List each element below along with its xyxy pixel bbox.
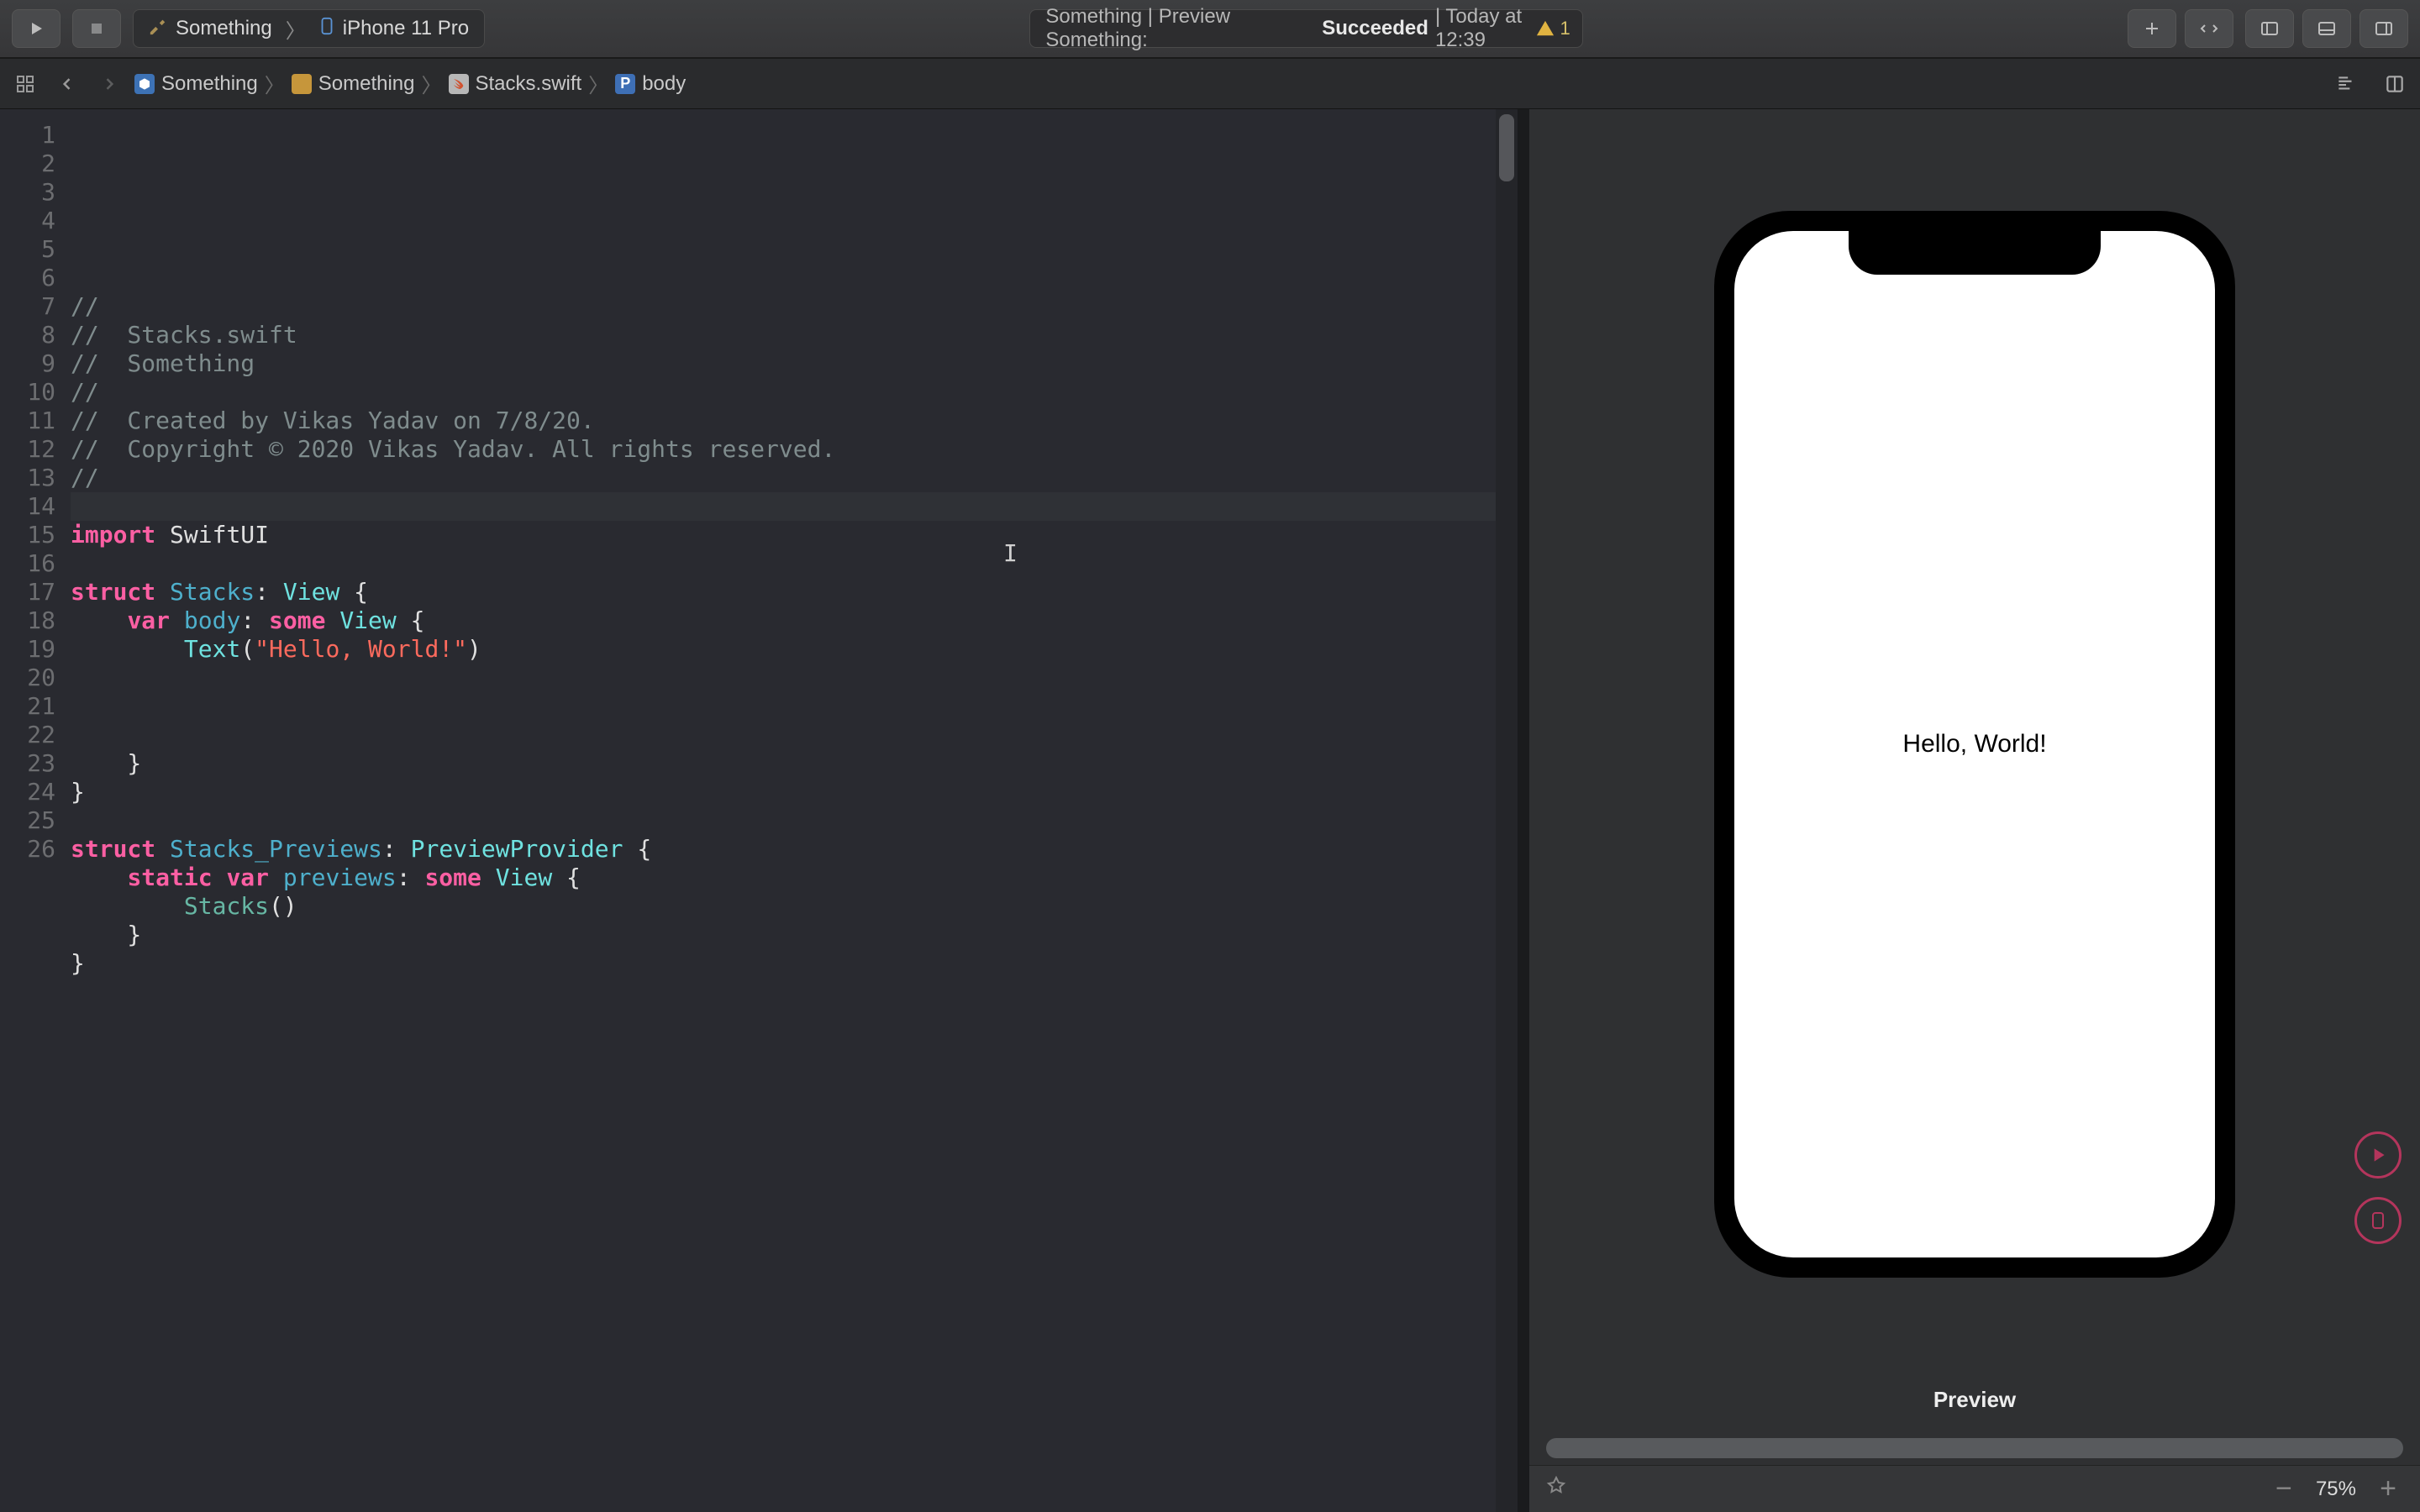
- code-line: }: [71, 949, 1496, 978]
- text-cursor-icon: I: [1003, 539, 1018, 568]
- code-line: //: [71, 378, 1496, 407]
- device-frame: Hello, World!: [1714, 211, 2235, 1278]
- code-line: Stacks(): [71, 892, 1496, 921]
- status-warning-count: 1: [1560, 18, 1570, 39]
- preview-rendered-text: Hello, World!: [1902, 730, 2046, 759]
- status-prefix: Something | Preview Something:: [1045, 5, 1315, 52]
- device-notch: [1849, 231, 2101, 275]
- code-line: struct Stacks_Previews: PreviewProvider …: [71, 835, 1496, 864]
- code-line: }: [71, 749, 1496, 778]
- device-screen: Hello, World!: [1734, 231, 2215, 1257]
- stop-button[interactable]: [72, 9, 121, 48]
- source-editor[interactable]: 1234567891011121314151617181920212223242…: [0, 109, 1518, 1512]
- code-line: [71, 664, 1496, 692]
- canvas-horizontal-scrollbar[interactable]: [1546, 1438, 2403, 1458]
- main-split: 1234567891011121314151617181920212223242…: [0, 109, 2420, 1512]
- chevron-right-icon: 〉: [265, 69, 285, 98]
- zoom-level: 75%: [2316, 1478, 2356, 1501]
- preview-on-device-button[interactable]: [2354, 1197, 2402, 1244]
- split-divider[interactable]: [1518, 109, 1529, 1512]
- chevron-right-icon: 〉: [422, 69, 442, 98]
- status-state: Succeeded: [1322, 17, 1428, 40]
- code-line: [71, 978, 1496, 1006]
- nav-back-button[interactable]: [50, 67, 84, 101]
- nav-forward-button[interactable]: [92, 67, 126, 101]
- code-line: }: [71, 921, 1496, 949]
- code-line: // Something: [71, 349, 1496, 378]
- code-line: [71, 806, 1496, 835]
- code-line: [71, 692, 1496, 721]
- canvas-bottom-bar: − 75% +: [1529, 1465, 2420, 1512]
- code-review-button[interactable]: [2185, 9, 2233, 48]
- crumb-symbol: body: [642, 72, 686, 96]
- chevron-right-icon: 〉: [588, 69, 608, 98]
- related-items-button[interactable]: [8, 67, 42, 101]
- code-line: }: [71, 778, 1496, 806]
- zoom-in-button[interactable]: +: [2373, 1474, 2403, 1504]
- warning-icon: [1536, 19, 1555, 38]
- code-line: // Stacks.swift: [71, 321, 1496, 349]
- code-line: [71, 721, 1496, 749]
- crumb-file: Stacks.swift: [476, 72, 582, 96]
- canvas-stage[interactable]: Hello, World!: [1529, 109, 2420, 1378]
- code-line: //: [71, 292, 1496, 321]
- chevron-right-icon: 〉: [286, 14, 306, 44]
- folder-icon: [292, 74, 312, 94]
- zoom-out-button[interactable]: −: [2269, 1474, 2299, 1504]
- scheme-target-label: Something: [176, 17, 272, 40]
- live-preview-button[interactable]: [2354, 1131, 2402, 1179]
- code-line: // Copyright © 2020 Vikas Yadav. All rig…: [71, 435, 1496, 464]
- code-line: var body: some View {: [71, 606, 1496, 635]
- preview-label: Preview: [1529, 1378, 2420, 1438]
- swift-file-icon: [449, 74, 469, 94]
- adjust-editor-options-button[interactable]: [2378, 67, 2412, 101]
- pin-preview-icon[interactable]: [1546, 1476, 1566, 1502]
- code-line: //: [71, 464, 1496, 492]
- code-line: // Created by Vikas Yadav on 7/8/20.: [71, 407, 1496, 435]
- toggle-navigator-button[interactable]: [2245, 9, 2294, 48]
- editor-scrollbar[interactable]: [1496, 109, 1518, 1512]
- activity-status[interactable]: Something | Preview Something: Succeeded…: [1029, 9, 1582, 48]
- phone-icon: [319, 17, 334, 41]
- minimap-button[interactable]: [2329, 67, 2363, 101]
- scrollbar-thumb[interactable]: [1499, 114, 1514, 181]
- run-button[interactable]: [12, 9, 60, 48]
- property-icon: P: [615, 74, 635, 94]
- toolbar: Something 〉 iPhone 11 Pro Something | Pr…: [0, 0, 2420, 59]
- code-line: [71, 1006, 1496, 1035]
- scheme-device-label: iPhone 11 Pro: [343, 17, 469, 40]
- code-line: static var previews: some View {: [71, 864, 1496, 892]
- toggle-inspectors-button[interactable]: [2360, 9, 2408, 48]
- code-area[interactable]: I //// Stacks.swift// Something//// Crea…: [71, 109, 1496, 1512]
- breadcrumb[interactable]: Something 〉 Something 〉 Stacks.swift 〉 P…: [134, 69, 686, 98]
- crumb-folder: Something: [318, 72, 415, 96]
- line-number-gutter: 1234567891011121314151617181920212223242…: [0, 109, 71, 1512]
- project-icon: [134, 74, 155, 94]
- crumb-project: Something: [161, 72, 258, 96]
- code-line: struct Stacks: View {: [71, 578, 1496, 606]
- library-button[interactable]: [2128, 9, 2176, 48]
- hammer-icon: [149, 17, 167, 41]
- preview-canvas: Hello, World! Preview − 75% +: [1529, 109, 2420, 1512]
- code-line: import SwiftUI: [71, 521, 1496, 549]
- current-line-highlight: [71, 492, 1496, 521]
- jump-bar: Something 〉 Something 〉 Stacks.swift 〉 P…: [0, 59, 2420, 109]
- toggle-debug-area-button[interactable]: [2302, 9, 2351, 48]
- scheme-selector[interactable]: Something 〉 iPhone 11 Pro: [133, 9, 485, 48]
- code-line: [71, 549, 1496, 578]
- code-line: Text("Hello, World!"): [71, 635, 1496, 664]
- status-warning-badge[interactable]: 1: [1536, 18, 1570, 39]
